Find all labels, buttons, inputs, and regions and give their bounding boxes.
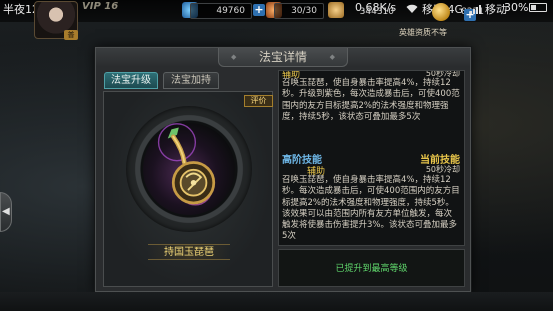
coin-counter: 344310 xyxy=(359,7,394,17)
add-stamina-button[interactable]: + xyxy=(253,4,265,16)
artifact-name-plate: 持国玉琵琶 xyxy=(148,244,230,260)
advanced-skill-cooldown: 50秒冷却 xyxy=(425,165,460,174)
battery-icon xyxy=(529,3,547,12)
max-level-text: 已提升到最高等级 xyxy=(335,264,408,274)
artifact-name: 持国玉琵琶 xyxy=(164,247,214,258)
battery-percent: 30% xyxy=(504,1,529,14)
artifact-detail-panel: 法宝详情 法宝升级 法宝加持 评价 持国玉琵琶 辅助 50秒冷却 召唤玉琵琶，使 xyxy=(95,47,471,292)
arrow-left-icon: ◀ xyxy=(2,206,10,217)
signal-icon xyxy=(470,5,481,14)
artifact-showcase: 评价 持国玉琵琶 xyxy=(103,91,273,287)
current-skill-description: 召唤玉琵琶，使自身暴击率提高4%，持续12秒。升级到紫色，每次造成暴击后，可使4… xyxy=(282,78,460,122)
side-expand-button[interactable]: ◀ xyxy=(0,192,12,232)
hint-text: 英雄资质不等 xyxy=(399,28,447,37)
panel-title: 法宝详情 xyxy=(218,48,348,67)
skill-description-box[interactable]: 辅助 50秒冷却 召唤玉琵琶，使自身暴击率提高4%，持续12秒。升级到紫色，每次… xyxy=(278,70,465,246)
gold-icon xyxy=(432,3,450,21)
vip-level: VIP 16 xyxy=(82,1,119,12)
energy-counter: 30/30 xyxy=(274,3,324,19)
status-bar: 半夜12:59 VIP 16 49760 + 30/30 0.68K/s 344… xyxy=(0,0,553,22)
pipa-artifact-icon[interactable] xyxy=(151,122,225,214)
wifi-icon xyxy=(406,4,418,13)
stamina-counter: 49760 xyxy=(190,3,252,19)
rate-button[interactable]: 评价 xyxy=(244,95,273,107)
bottom-bar xyxy=(0,292,553,311)
tab-artifact-blessing[interactable]: 法宝加持 xyxy=(163,72,219,89)
avatar-badge: 普 xyxy=(64,30,78,40)
advanced-skill-description: 召唤玉琵琶，使自身暴击率提高4%，持续12秒。每次造成暴击后，可使400范围内的… xyxy=(282,175,460,242)
skill-info: 辅助 50秒冷却 召唤玉琵琶，使自身暴击率提高4%，持续12秒。升级到紫色，每次… xyxy=(278,70,465,287)
tab-artifact-upgrade[interactable]: 法宝升级 xyxy=(104,72,158,89)
upgrade-status-box: 已提升到最高等级 xyxy=(278,249,465,287)
